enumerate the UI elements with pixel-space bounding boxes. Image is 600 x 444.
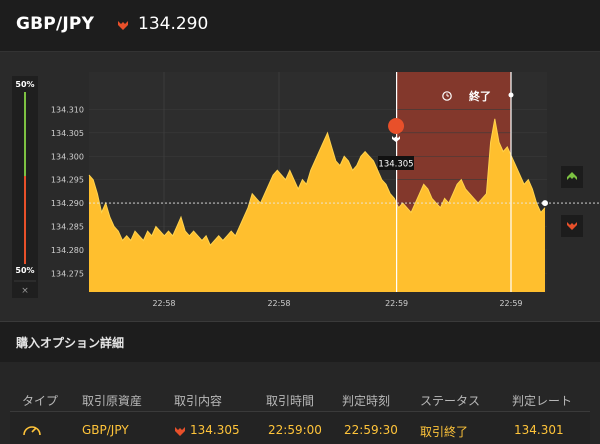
col-asset: 取引原資産 [82, 394, 143, 408]
x-tick-label: 22:58 [267, 299, 290, 308]
expiry-marker-dot [508, 92, 514, 98]
purchase-options-table: タイプ 取引原資産 取引内容 取引時間 判定時刻 ステータス 判定レート GBP… [0, 362, 600, 444]
x-tick-label: 22:59 [499, 299, 522, 308]
col-judge-rate: 判定レート [512, 394, 573, 408]
col-judge-time: 判定時刻 [342, 394, 391, 408]
current-price-dot [542, 200, 548, 207]
down-arrow-icon [118, 21, 128, 30]
y-tick-label: 134.305 [51, 129, 84, 138]
price-chart-area: 50% 50% × 終了 134.305 134.310 134.305 134… [0, 52, 600, 320]
current-price: 134.290 [138, 14, 209, 34]
y-tick-label: 134.295 [51, 176, 84, 185]
col-status: ステータス [420, 394, 481, 408]
row-asset: GBP/JPY [82, 423, 129, 437]
col-type: タイプ [22, 394, 59, 408]
x-tick-label: 22:58 [152, 299, 175, 308]
y-tick-label: 134.285 [51, 222, 84, 231]
price-chart[interactable]: 50% 50% × 終了 134.305 134.310134.305134.3… [0, 52, 600, 320]
gauge-top-percent: 50% [15, 80, 34, 89]
y-tick-label: 134.310 [51, 105, 84, 114]
call-button[interactable] [561, 166, 583, 188]
expiry-label-text: 終了 [469, 89, 491, 103]
down-arrow-icon [175, 427, 185, 436]
asset-header: GBP/JPY 134.290 [0, 0, 600, 52]
row-judge-rate: 134.301 [514, 423, 564, 437]
purchase-options-title-bar: 購入オプション詳細 [0, 321, 600, 363]
timer-gauge-icon [23, 426, 41, 436]
row-status: 取引終了 [420, 425, 469, 439]
x-tick-label: 22:59 [385, 299, 408, 308]
purchase-options-title: 購入オプション詳細 [16, 336, 125, 350]
gauge-down-bar [24, 176, 26, 264]
row-trade-time: 22:59:00 [268, 423, 322, 437]
col-trade-time: 取引時間 [266, 394, 315, 408]
row-judge-time: 22:59:30 [344, 423, 398, 437]
gauge-close-button[interactable]: × [21, 286, 29, 296]
y-tick-label: 134.275 [51, 269, 84, 278]
gauge-bottom-percent: 50% [15, 266, 34, 275]
y-tick-label: 134.300 [51, 152, 84, 161]
entry-price-label: 134.305 [378, 160, 413, 170]
col-trade-content: 取引内容 [174, 394, 223, 408]
put-button[interactable] [561, 215, 583, 237]
asset-pair-title: GBP/JPY [16, 14, 95, 34]
row-trade-rate: 134.305 [190, 423, 240, 437]
gauge-up-bar [24, 92, 26, 176]
y-tick-label: 134.280 [51, 246, 84, 255]
y-tick-label: 134.290 [51, 199, 84, 208]
